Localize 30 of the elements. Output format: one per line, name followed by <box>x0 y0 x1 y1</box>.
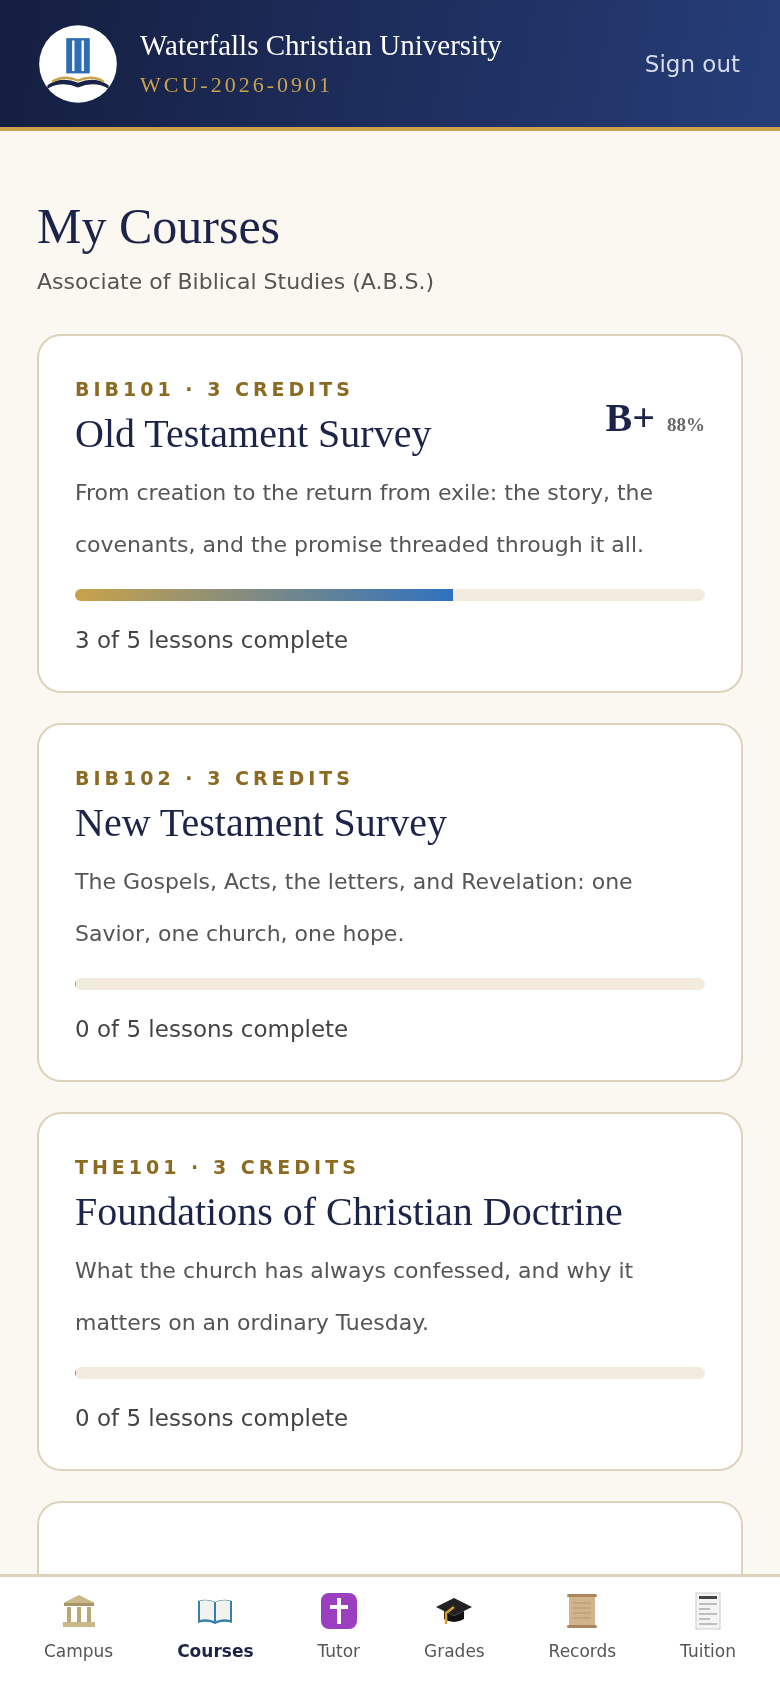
page-title: My Courses <box>37 197 282 255</box>
course-description: What the church has always confessed, and why it matters on an ordinary Tuesday. <box>75 1257 635 1337</box>
university-logo-icon <box>38 23 118 104</box>
sign-out-link[interactable]: Sign out <box>644 50 740 77</box>
cross-icon <box>318 1591 359 1631</box>
student-id: WCU-2026-0901 <box>140 72 334 98</box>
course-code: BIB102 · 3 CREDITS <box>75 767 355 789</box>
nav-tab[interactable]: Tuition <box>672 1577 744 1688</box>
course-title: Old Testament Survey <box>75 410 432 457</box>
nav-tab[interactable]: Grades <box>416 1577 493 1688</box>
nav-tab[interactable]: Courses <box>169 1577 262 1688</box>
course-card[interactable]: BIB102 · 3 CREDITS New Testament Survey The Gospels, Acts, the letters, and Revelation: one Savior, one church, one hope. 0 of 5 lessons complete <box>37 723 743 1082</box>
nav-tab[interactable]: Campus <box>35 1577 122 1688</box>
grade-percent: 88% <box>667 414 705 436</box>
course-description: From creation to the return from exile: the story, the covenants, and the promise threaded through it all. <box>75 479 655 559</box>
progress-text: 3 of 5 lessons complete <box>75 627 350 653</box>
course-title: Foundations of Christian Doctrine <box>75 1188 623 1235</box>
course-card[interactable]: THE101 · 3 CREDITS Foundations of Christian Doctrine What the church has always confessed, and why it matters on an ordinary Tuesday. 0 of 5 lessons complete <box>37 1112 743 1471</box>
page-subtitle: Associate of Biblical Studies (A.B.S.) <box>37 269 436 294</box>
nav-tab[interactable]: Tutor <box>309 1577 369 1688</box>
course-card[interactable]: BIB101 · 3 CREDITS Old Testament Survey B+ 88% From creation to the return from exile: the story, the covenants, and the promise threaded through it all. 3 of 5 lessons complete <box>37 334 743 693</box>
university-name: Waterfalls Christian University <box>140 29 503 62</box>
course-description: The Gospels, Acts, the letters, and Revelation: one Savior, one church, one hope. <box>75 868 634 948</box>
progress-text: 0 of 5 lessons complete <box>75 1016 350 1042</box>
grade-letter: B+ <box>605 394 655 441</box>
nav-tab[interactable]: Records <box>540 1577 625 1688</box>
progress-text: 0 of 5 lessons complete <box>75 1405 350 1431</box>
course-code: THE101 · 3 CREDITS <box>75 1156 361 1178</box>
course-title: New Testament Survey <box>75 799 447 846</box>
course-code: BIB101 · 3 CREDITS <box>75 378 355 400</box>
